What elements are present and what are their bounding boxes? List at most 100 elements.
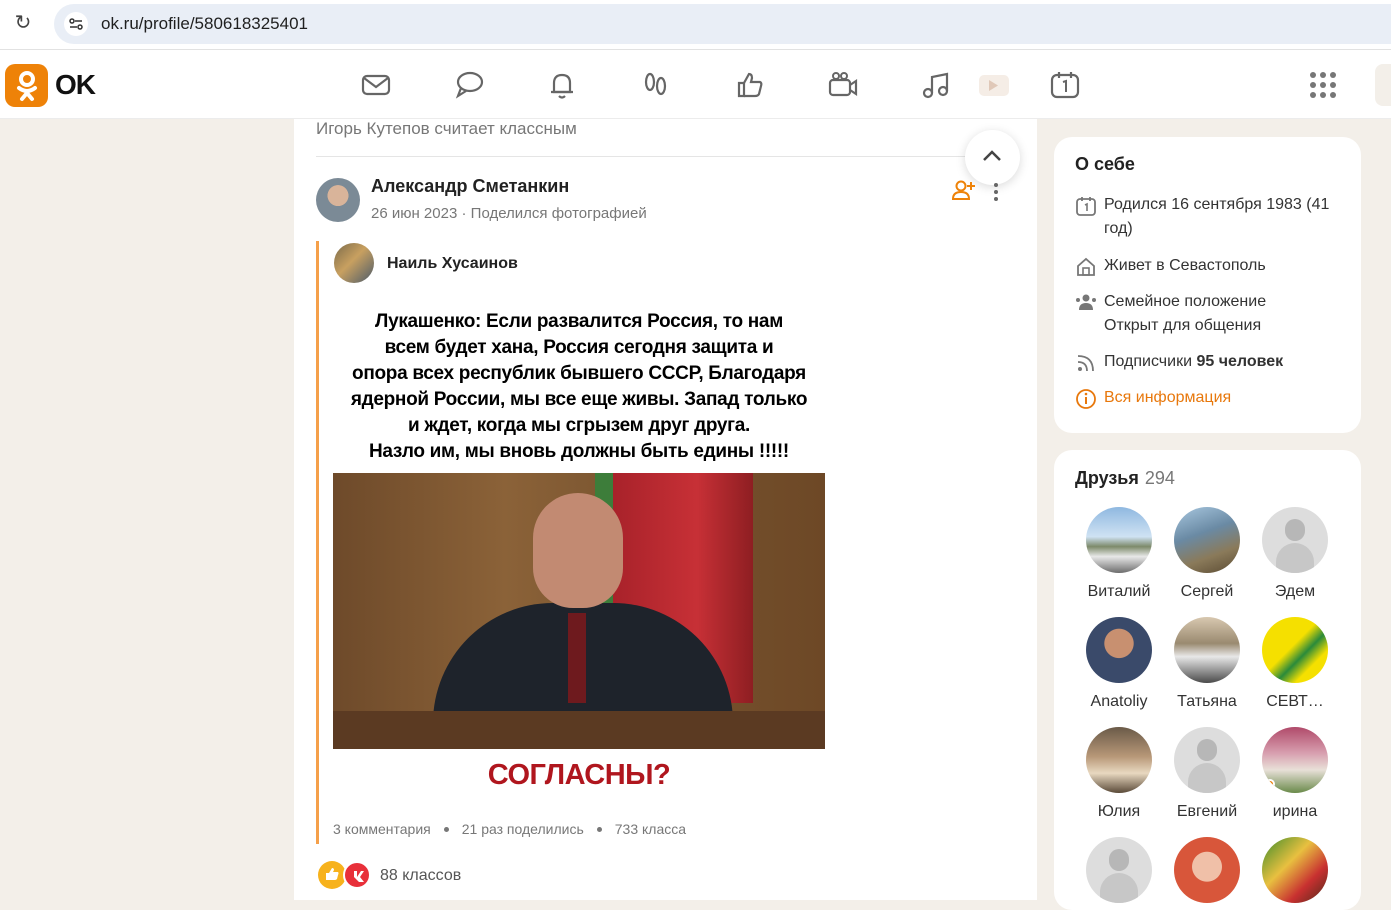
friend-item[interactable]: Евгений	[1163, 727, 1251, 821]
lives-text: Живет в Севастополь	[1104, 257, 1266, 274]
stats-dot	[596, 826, 602, 832]
original-author-name[interactable]: Наиль Хусаинов	[387, 255, 518, 273]
discussions-icon[interactable]	[452, 68, 486, 102]
messages-icon[interactable]	[359, 68, 393, 102]
author-avatar[interactable]	[316, 178, 360, 222]
meme-line: Лукашенко: Если развалится Россия, то на…	[375, 311, 783, 332]
birth-text: Родился 16 сентября 1983 (41 год)	[1104, 196, 1330, 237]
meme-line: ядерной России, мы все еще живы. Запад т…	[350, 389, 808, 410]
comments-count[interactable]: 3 комментария	[333, 821, 431, 837]
calendar-icon[interactable]	[1048, 68, 1082, 102]
status-value: Открыт для общения	[1104, 317, 1262, 334]
guests-icon[interactable]	[639, 68, 673, 102]
friend-avatar	[1262, 727, 1328, 793]
meme-line: и ждет, когда мы сгрызем друг друга.	[407, 415, 751, 436]
subscribers-label: Подписчики	[1104, 353, 1193, 370]
meme-line: опора всех республик бывшего СССР, Благо…	[352, 363, 806, 384]
friend-item[interactable]	[1075, 837, 1163, 903]
friend-item[interactable]: СЕВТ…	[1251, 617, 1339, 711]
friend-item[interactable]: Эдем	[1251, 507, 1339, 601]
likes-icon[interactable]	[733, 68, 767, 102]
post-image[interactable]: Лукашенко: Если развалится Россия, то на…	[333, 301, 825, 801]
friend-name: Евгений	[1176, 803, 1238, 820]
post-action: Поделился фотографией	[470, 205, 647, 222]
online-status-icon	[1265, 779, 1275, 789]
liked-by-text: Игорь Кутепов считает классным	[316, 119, 577, 138]
man-tie	[568, 613, 586, 703]
original-author-avatar[interactable]	[334, 243, 374, 283]
meme-line: всем будет хана, Россия сегодня защита и	[384, 337, 774, 358]
scroll-up-button[interactable]	[965, 130, 1020, 185]
site-header: OK	[0, 50, 1391, 119]
friend-avatar	[1174, 837, 1240, 903]
friend-item[interactable]: Виталий	[1075, 507, 1163, 601]
friend-item[interactable]	[1251, 837, 1339, 903]
shares-count[interactable]: 21 раз поделились	[462, 821, 584, 837]
more-options-icon[interactable]	[994, 183, 1000, 204]
friend-avatar	[1086, 727, 1152, 793]
site-settings-icon[interactable]	[64, 12, 88, 36]
music-icon[interactable]	[919, 68, 953, 102]
stats-dot	[443, 826, 449, 832]
friend-name: Татьяна	[1177, 693, 1237, 710]
friend-name: Виталий	[1087, 583, 1151, 600]
default-avatar-icon	[1086, 837, 1152, 903]
friend-avatar	[1262, 617, 1328, 683]
meme-photo	[333, 473, 825, 749]
home-icon	[1075, 256, 1097, 278]
friend-avatar	[1086, 507, 1152, 573]
classes-count[interactable]: 733 класса	[615, 821, 686, 837]
status-label: Семейное положение	[1104, 293, 1267, 310]
man-head	[533, 493, 623, 608]
address-bar[interactable]: ok.ru/profile/580618325401	[54, 4, 1391, 44]
add-friend-icon[interactable]	[951, 179, 976, 206]
reload-icon[interactable]: ↻	[12, 12, 34, 34]
friends-count: 294	[1144, 468, 1175, 488]
rss-icon	[1075, 352, 1097, 374]
friend-item[interactable]: Татьяна	[1163, 617, 1251, 711]
video-icon[interactable]	[976, 68, 1010, 102]
header-side-panel	[1375, 64, 1391, 106]
ok-logo-icon[interactable]	[5, 64, 48, 107]
friend-item[interactable]: Сергей	[1163, 507, 1251, 601]
friends-label: Друзья	[1075, 468, 1139, 488]
notifications-icon[interactable]	[545, 68, 579, 102]
friend-name: Сергей	[1180, 583, 1234, 600]
divider	[316, 156, 1016, 157]
friend-name: Юлия	[1097, 803, 1141, 820]
subscribers-text[interactable]: Подписчики 95 человек	[1104, 350, 1354, 374]
friend-avatar	[1174, 617, 1240, 683]
super-reaction-icon	[343, 861, 371, 889]
friends-title[interactable]: Друзья 294	[1075, 468, 1175, 489]
post-date[interactable]: 26 июн 2023	[371, 205, 457, 222]
like-reaction-icon	[318, 861, 346, 889]
about-title: О себе	[1075, 154, 1135, 174]
friend-item[interactable]	[1163, 837, 1251, 903]
desk	[333, 711, 825, 749]
default-avatar-icon	[1262, 507, 1328, 573]
repost-bar	[316, 241, 319, 844]
post-meta: 26 июн 2023 · Поделился фотографией	[371, 205, 647, 222]
url-text[interactable]: ok.ru/profile/580618325401	[101, 14, 308, 34]
subscribers-value: 95 человек	[1196, 353, 1284, 370]
friend-item[interactable]: ирина	[1251, 727, 1339, 821]
friend-item[interactable]: Anatoliy	[1075, 617, 1163, 711]
info-icon	[1075, 388, 1097, 410]
post-stats: 3 комментария 21 раз поделились 733 класса	[333, 821, 686, 837]
chevron-up-icon	[983, 150, 1001, 161]
feed-card: Игорь Кутепов считает классным Александр…	[294, 119, 1037, 900]
about-card: О себе Родился 16 сентября 1983 (41 год)…	[1054, 137, 1361, 433]
all-info-link[interactable]: Вся информация	[1104, 386, 1354, 410]
people-icon	[1075, 292, 1097, 314]
friend-name: Эдем	[1274, 583, 1316, 600]
reactions-count[interactable]: 88 классов	[380, 867, 461, 885]
logo-text[interactable]: OK	[55, 69, 96, 101]
apps-grid-icon[interactable]	[1306, 68, 1340, 102]
post-author-name[interactable]: Александр Сметанкин	[371, 176, 569, 197]
friend-item[interactable]: Юлия	[1075, 727, 1163, 821]
calendar-icon	[1075, 195, 1097, 217]
friend-avatar	[1174, 507, 1240, 573]
friends-card: Друзья 294 Виталий Сергей Эдем Anatoliy Т…	[1054, 450, 1361, 910]
video-calls-icon[interactable]	[826, 68, 860, 102]
meta-separator: ·	[461, 205, 471, 222]
